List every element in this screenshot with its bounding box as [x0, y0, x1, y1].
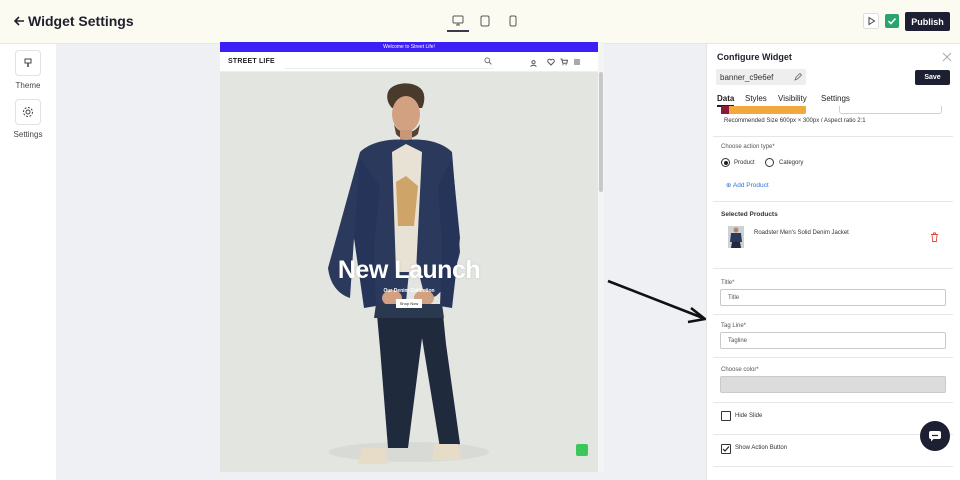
recommended-size-hint: Recommended Size 600px × 300px / Aspect …	[724, 118, 866, 124]
divider	[713, 402, 953, 403]
color-label: Choose color*	[721, 367, 759, 373]
tagline-input[interactable]: Tagline	[720, 332, 946, 349]
heart-icon[interactable]	[547, 58, 555, 66]
pencil-icon[interactable]	[794, 73, 802, 81]
divider	[713, 136, 953, 137]
sidebar-item-label: Theme	[15, 81, 41, 90]
shop-now-button[interactable]: Shop Now	[396, 299, 422, 308]
divider	[713, 201, 953, 202]
announcement-bar: Welcome to Street Life!	[220, 42, 598, 52]
show-action-button-checkbox[interactable]	[721, 444, 731, 454]
radio-product-label: Product	[734, 160, 755, 166]
page-title: Widget Settings	[28, 13, 134, 29]
checkmark-icon[interactable]	[884, 13, 900, 29]
sidebar-item-theme[interactable]: Theme	[0, 50, 56, 90]
store-header: STREET LIFE Sign In	[220, 52, 598, 76]
sidebar-item-label: Settings	[13, 130, 43, 139]
add-product-link[interactable]: ⊕ Add Product	[726, 181, 769, 189]
product-thumbnail	[728, 226, 744, 248]
divider	[713, 434, 953, 435]
banner-image-preview[interactable]	[721, 106, 806, 114]
left-sidebar: Theme Settings	[0, 44, 56, 480]
configure-widget-panel: Configure Widget banner_c9e6ef Save Data…	[706, 44, 960, 480]
paint-bucket-icon	[24, 58, 32, 67]
play-preview-icon[interactable]	[863, 13, 879, 29]
annotation-arrow-icon	[607, 279, 707, 324]
panel-title: Configure Widget	[717, 52, 792, 62]
desktop-icon	[452, 15, 464, 25]
add-product-label: Add Product	[732, 182, 769, 189]
store-search-bar[interactable]	[284, 55, 494, 69]
arrow-left-icon[interactable]	[12, 14, 26, 28]
banner-upload-box[interactable]	[839, 106, 942, 114]
search-icon[interactable]	[484, 57, 492, 65]
tab-styles[interactable]: Styles	[745, 94, 767, 103]
tablet-view-button[interactable]	[474, 10, 496, 32]
whatsapp-icon[interactable]	[576, 444, 588, 456]
selected-products-heading: Selected Products	[721, 211, 778, 218]
store-preview[interactable]: Welcome to Street Life! STREET LIFE Sign…	[220, 42, 598, 472]
image-swatch	[721, 106, 729, 114]
action-type-label: Choose action type*	[721, 144, 775, 150]
theme-icon-box	[15, 50, 41, 76]
product-thumbnail-image	[728, 226, 744, 248]
radio-product[interactable]	[721, 158, 730, 167]
save-button[interactable]: Save	[915, 70, 950, 85]
tablet-icon	[480, 15, 490, 27]
chat-icon	[929, 431, 941, 442]
preview-scrollbar-thumb[interactable]	[599, 72, 603, 192]
divider	[713, 268, 953, 269]
desktop-view-button[interactable]	[447, 10, 469, 32]
trash-icon[interactable]	[930, 232, 939, 242]
sidebar-item-settings[interactable]: Settings	[0, 99, 56, 139]
close-icon[interactable]	[942, 52, 952, 62]
title-label: Title*	[721, 280, 735, 286]
publish-button[interactable]: Publish	[905, 12, 950, 31]
show-action-button-label: Show Action Button	[735, 445, 788, 451]
menu-icon[interactable]	[573, 58, 581, 66]
cart-icon[interactable]	[560, 58, 568, 66]
mobile-icon	[509, 15, 517, 27]
color-picker[interactable]	[720, 376, 946, 393]
hide-slide-checkbox[interactable]	[721, 411, 731, 421]
hero-tagline: Our Denim Collection	[383, 288, 435, 294]
checkmark-icon	[722, 446, 730, 452]
hero-title: New Launch	[337, 256, 481, 284]
gear-icon	[23, 107, 33, 117]
divider	[713, 314, 953, 315]
mobile-view-button[interactable]	[502, 10, 524, 32]
tagline-label: Tag Line*	[721, 323, 747, 329]
tab-visibility[interactable]: Visibility	[778, 94, 807, 103]
title-input[interactable]: Title	[720, 289, 946, 306]
settings-icon-box	[15, 99, 41, 125]
widget-id-field[interactable]: banner_c9e6ef	[716, 69, 806, 85]
chat-support-button[interactable]	[920, 421, 950, 451]
top-bar: Widget Settings Publish	[0, 0, 960, 44]
hide-slide-label: Hide Slide	[735, 413, 763, 419]
radio-category-label: Category	[779, 160, 804, 166]
divider	[713, 357, 953, 358]
hero-banner[interactable]: New Launch Our Denim Collection Shop Now	[220, 72, 598, 472]
radio-category[interactable]	[765, 158, 774, 167]
tab-settings[interactable]: Settings	[821, 94, 850, 103]
product-name: Roadster Men's Solid Denim Jacket	[754, 230, 849, 236]
divider	[713, 466, 953, 467]
user-icon	[529, 60, 537, 68]
store-logo: STREET LIFE	[228, 58, 275, 65]
